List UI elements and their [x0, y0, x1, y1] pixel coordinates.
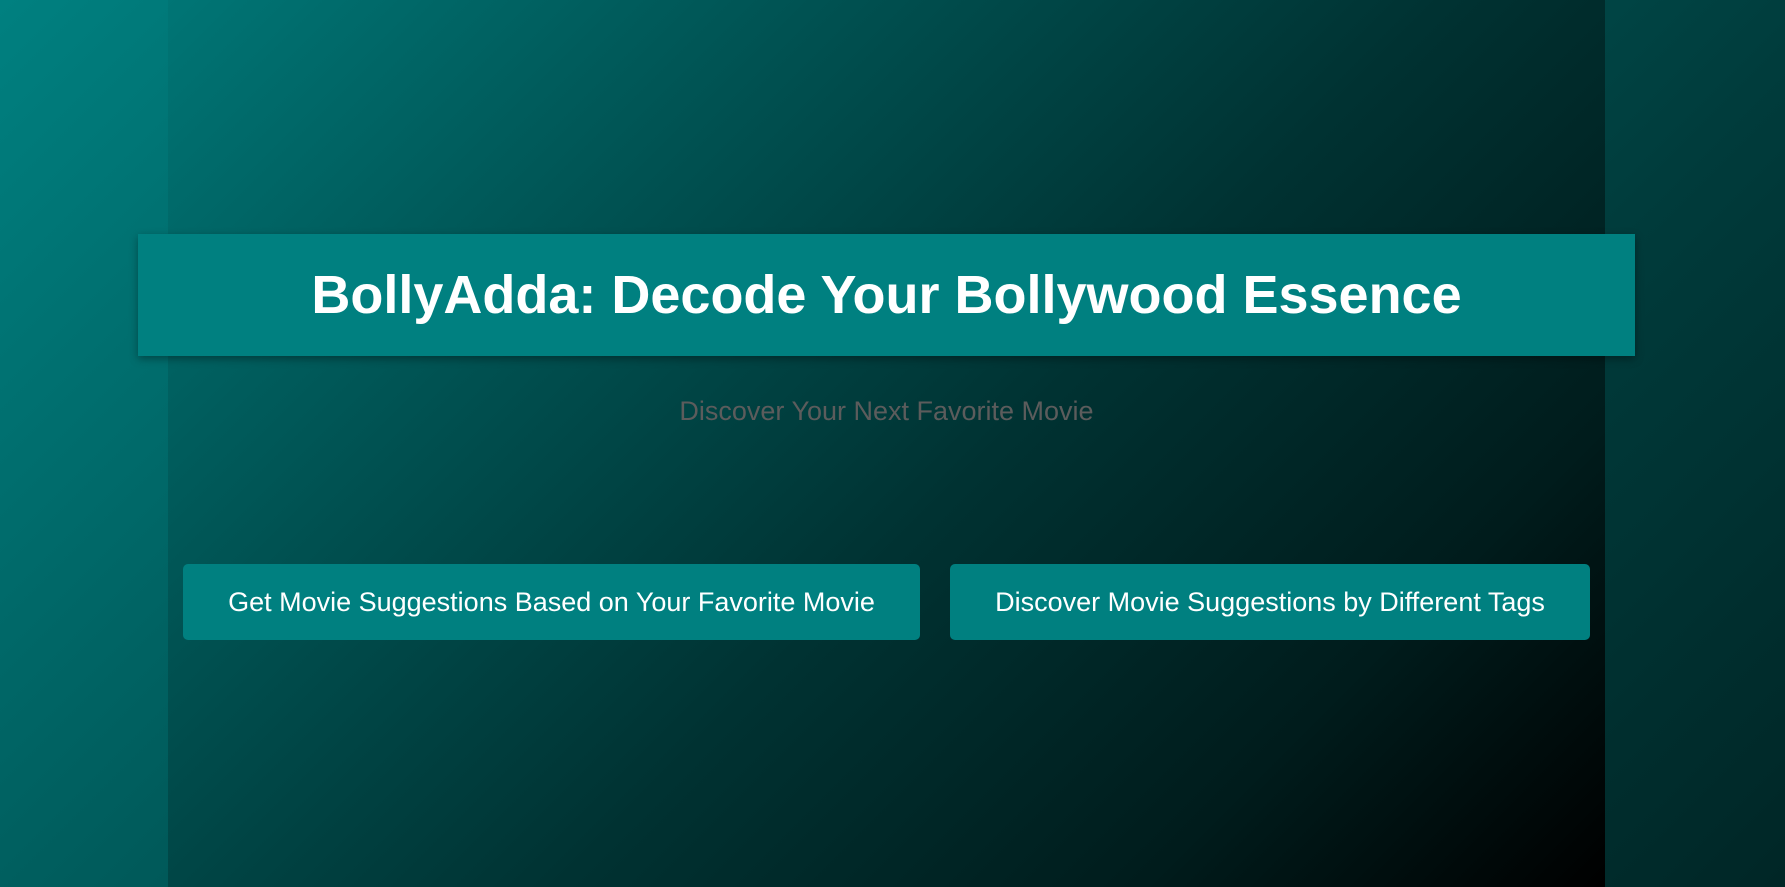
favorite-movie-suggestions-button[interactable]: Get Movie Suggestions Based on Your Favo…	[183, 564, 920, 640]
header-banner: BollyAdda: Decode Your Bollywood Essence	[138, 234, 1635, 356]
page-title: BollyAdda: Decode Your Bollywood Essence	[311, 265, 1462, 325]
page-subtitle: Discover Your Next Favorite Movie	[679, 396, 1094, 426]
tag-suggestions-button[interactable]: Discover Movie Suggestions by Different …	[950, 564, 1590, 640]
main-container	[168, 0, 1605, 887]
